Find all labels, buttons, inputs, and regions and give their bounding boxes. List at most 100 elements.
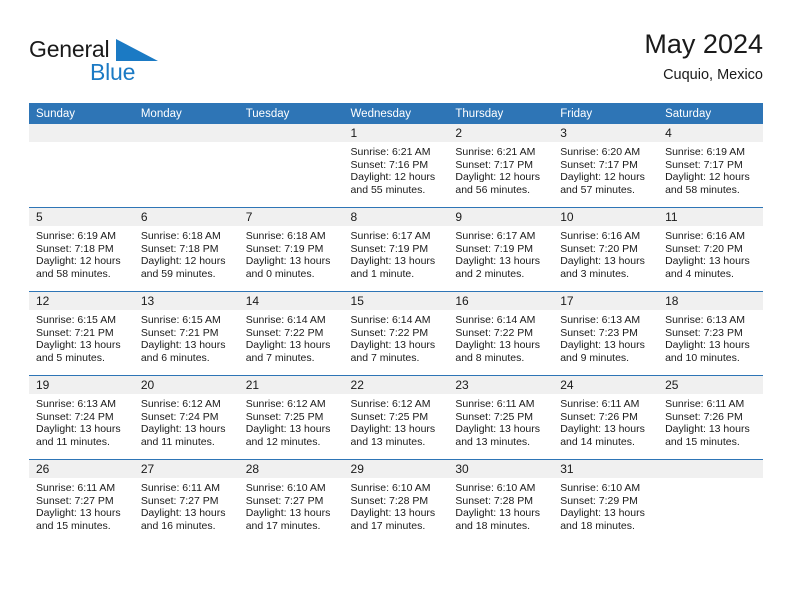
sunset-text: Sunset: 7:27 PM <box>140 494 219 507</box>
daylight-text: Daylight: 13 hours and 13 minutes. <box>350 423 436 448</box>
daylight-text: Daylight: 13 hours and 15 minutes. <box>36 507 121 532</box>
sunrise-text: Sunrise: 6:11 AM <box>665 398 745 410</box>
day-number: 23 <box>448 376 554 394</box>
day-details: Sunrise: 6:10 AM Sunset: 7:28 PM Daylight:… <box>448 478 553 532</box>
calendar-day-cell[interactable]: 2 Sunrise: 6:21 AM Sunset: 7:17 PM Daylight… <box>448 124 554 208</box>
day-details: Sunrise: 6:10 AM Sunset: 7:28 PM Daylight:… <box>344 478 449 532</box>
sunrise-text: Sunrise: 6:21 AM <box>350 146 431 158</box>
calendar-day-cell[interactable]: 18 Sunrise: 6:13 AM Sunset: 7:23 PM Dayligh… <box>658 291 763 376</box>
daylight-text: Daylight: 13 hours and 2 minutes. <box>455 255 541 280</box>
calendar-day-cell[interactable]: 3 Sunrise: 6:20 AM Sunset: 7:17 PM Daylight… <box>553 124 659 208</box>
calendar-day-cell[interactable]: 16 Sunrise: 6:14 AM Sunset: 7:22 PM Dayligh… <box>448 291 554 376</box>
sunrise-text: Sunrise: 6:11 AM <box>36 482 116 494</box>
calendar-grid: Sunday Monday Tuesday Wednesday Thursday… <box>29 103 763 543</box>
calendar-day-cell-empty <box>29 124 134 208</box>
daylight-text: Daylight: 13 hours and 17 minutes. <box>245 507 331 532</box>
calendar-day-cell[interactable]: 26 Sunrise: 6:11 AM Sunset: 7:27 PM Dayligh… <box>29 459 134 543</box>
calendar-day-cell[interactable]: 20 Sunrise: 6:12 AM Sunset: 7:24 PM Dayligh… <box>133 375 239 460</box>
calendar-day-cell[interactable]: 12 Sunrise: 6:15 AM Sunset: 7:21 PM Dayligh… <box>29 291 134 376</box>
day-details: Sunrise: 6:18 AM Sunset: 7:19 PM Daylight:… <box>239 226 344 280</box>
day-number: 26 <box>29 460 134 478</box>
general-blue-logo: General Blue <box>29 36 249 94</box>
weekday-header-row: Sunday Monday Tuesday Wednesday Thursday… <box>29 103 763 124</box>
calendar-day-cell[interactable]: 23 Sunrise: 6:11 AM Sunset: 7:25 PM Dayligh… <box>448 375 554 460</box>
calendar-day-cell[interactable]: 28 Sunrise: 6:10 AM Sunset: 7:27 PM Dayligh… <box>238 459 344 543</box>
daylight-text: Daylight: 13 hours and 7 minutes. <box>245 339 331 364</box>
day-number: 2 <box>448 124 554 142</box>
calendar-week-row: 1 Sunrise: 6:21 AM Sunset: 7:16 PM Daylight… <box>29 124 763 208</box>
day-number: 28 <box>238 460 344 478</box>
daylight-text: Daylight: 12 hours and 58 minutes. <box>665 171 750 196</box>
sunrise-text: Sunrise: 6:14 AM <box>245 314 326 326</box>
day-number: 11 <box>658 208 763 226</box>
day-details: Sunrise: 6:10 AM Sunset: 7:27 PM Daylight:… <box>239 478 344 532</box>
calendar-day-cell[interactable]: 11 Sunrise: 6:16 AM Sunset: 7:20 PM Dayligh… <box>658 207 763 292</box>
sunrise-text: Sunrise: 6:10 AM <box>245 482 326 494</box>
title-block: May 2024 Cuquio, Mexico <box>644 28 763 85</box>
daylight-text: Daylight: 13 hours and 4 minutes. <box>665 255 750 280</box>
sunset-text: Sunset: 7:29 PM <box>560 494 638 507</box>
day-number: 24 <box>553 376 659 394</box>
day-details: Sunrise: 6:10 AM Sunset: 7:29 PM Daylight:… <box>553 478 658 532</box>
day-details: Sunrise: 6:11 AM Sunset: 7:26 PM Daylight:… <box>553 394 658 448</box>
day-details: Sunrise: 6:13 AM Sunset: 7:24 PM Daylight:… <box>29 394 134 448</box>
calendar-day-cell[interactable]: 19 Sunrise: 6:13 AM Sunset: 7:24 PM Dayligh… <box>29 375 134 460</box>
day-number: 25 <box>658 376 763 394</box>
daylight-text: Daylight: 13 hours and 13 minutes. <box>455 423 541 448</box>
day-details: Sunrise: 6:19 AM Sunset: 7:18 PM Daylight:… <box>29 226 134 280</box>
sunrise-text: Sunrise: 6:10 AM <box>560 482 641 494</box>
calendar-day-cell[interactable]: 6 Sunrise: 6:18 AM Sunset: 7:18 PM Daylight… <box>133 207 239 292</box>
calendar-day-cell[interactable]: 1 Sunrise: 6:21 AM Sunset: 7:16 PM Daylight… <box>343 124 449 208</box>
calendar-day-cell[interactable]: 24 Sunrise: 6:11 AM Sunset: 7:26 PM Dayligh… <box>553 375 659 460</box>
calendar-day-cell[interactable]: 22 Sunrise: 6:12 AM Sunset: 7:25 PM Dayligh… <box>343 375 449 460</box>
calendar-body: 1 Sunrise: 6:21 AM Sunset: 7:16 PM Daylight… <box>29 124 763 543</box>
calendar-page: General Blue May 2024 Cuquio, Mexico Sun… <box>0 0 792 612</box>
calendar-day-cell[interactable]: 30 Sunrise: 6:10 AM Sunset: 7:28 PM Dayligh… <box>448 459 554 543</box>
sunset-text: Sunset: 7:22 PM <box>350 326 429 339</box>
calendar-day-cell[interactable]: 25 Sunrise: 6:11 AM Sunset: 7:26 PM Dayligh… <box>658 375 763 460</box>
daylight-text: Daylight: 12 hours and 57 minutes. <box>560 171 645 196</box>
daylight-text: Daylight: 13 hours and 15 minutes. <box>665 423 750 448</box>
sunset-text: Sunset: 7:20 PM <box>560 242 638 255</box>
sunset-text: Sunset: 7:27 PM <box>36 494 114 507</box>
day-number: 14 <box>238 292 344 310</box>
calendar-day-cell[interactable]: 29 Sunrise: 6:10 AM Sunset: 7:28 PM Dayligh… <box>343 459 449 543</box>
calendar-day-cell[interactable]: 17 Sunrise: 6:13 AM Sunset: 7:23 PM Dayligh… <box>553 291 659 376</box>
sunset-text: Sunset: 7:24 PM <box>36 410 114 423</box>
daylight-text: Daylight: 13 hours and 18 minutes. <box>560 507 645 532</box>
sunrise-text: Sunrise: 6:20 AM <box>560 146 641 158</box>
day-details: Sunrise: 6:16 AM Sunset: 7:20 PM Daylight:… <box>658 226 763 280</box>
sunset-text: Sunset: 7:26 PM <box>665 410 743 423</box>
calendar-day-cell[interactable]: 21 Sunrise: 6:12 AM Sunset: 7:25 PM Dayligh… <box>238 375 344 460</box>
sunrise-text: Sunrise: 6:11 AM <box>140 482 221 494</box>
day-number: 21 <box>238 376 344 394</box>
day-number: 27 <box>133 460 239 478</box>
calendar-day-cell[interactable]: 15 Sunrise: 6:14 AM Sunset: 7:22 PM Dayligh… <box>343 291 449 376</box>
daylight-text: Daylight: 13 hours and 6 minutes. <box>140 339 226 364</box>
calendar-day-cell[interactable]: 7 Sunrise: 6:18 AM Sunset: 7:19 PM Daylight… <box>238 207 344 292</box>
calendar-day-cell[interactable]: 5 Sunrise: 6:19 AM Sunset: 7:18 PM Daylight… <box>29 207 134 292</box>
calendar-day-cell[interactable]: 9 Sunrise: 6:17 AM Sunset: 7:19 PM Daylight… <box>448 207 554 292</box>
daylight-text: Daylight: 13 hours and 17 minutes. <box>350 507 436 532</box>
calendar-day-cell[interactable]: 14 Sunrise: 6:14 AM Sunset: 7:22 PM Dayligh… <box>238 291 344 376</box>
day-number: 30 <box>448 460 554 478</box>
day-number: 10 <box>553 208 659 226</box>
calendar-day-cell[interactable]: 13 Sunrise: 6:15 AM Sunset: 7:21 PM Dayligh… <box>133 291 239 376</box>
calendar-day-cell[interactable]: 4 Sunrise: 6:19 AM Sunset: 7:17 PM Daylight… <box>658 124 763 208</box>
day-number: 31 <box>553 460 659 478</box>
calendar-week-row: 12 Sunrise: 6:15 AM Sunset: 7:21 PM Dayligh… <box>29 291 763 376</box>
day-number: 7 <box>238 208 344 226</box>
day-number: 8 <box>343 208 449 226</box>
calendar-day-cell[interactable]: 27 Sunrise: 6:11 AM Sunset: 7:27 PM Dayligh… <box>133 459 239 543</box>
sunrise-text: Sunrise: 6:13 AM <box>560 314 641 326</box>
calendar-day-cell[interactable]: 8 Sunrise: 6:17 AM Sunset: 7:19 PM Daylight… <box>343 207 449 292</box>
day-details: Sunrise: 6:20 AM Sunset: 7:17 PM Daylight:… <box>553 142 658 196</box>
calendar-day-cell[interactable]: 31 Sunrise: 6:10 AM Sunset: 7:29 PM Dayligh… <box>553 459 659 543</box>
sunset-text: Sunset: 7:21 PM <box>36 326 114 339</box>
calendar-day-cell[interactable]: 10 Sunrise: 6:16 AM Sunset: 7:20 PM Dayligh… <box>553 207 659 292</box>
page-header: General Blue May 2024 Cuquio, Mexico <box>29 28 763 98</box>
day-details: Sunrise: 6:15 AM Sunset: 7:21 PM Daylight:… <box>134 310 239 364</box>
sunrise-text: Sunrise: 6:10 AM <box>455 482 536 494</box>
daylight-text: Daylight: 13 hours and 18 minutes. <box>455 507 541 532</box>
sunset-text: Sunset: 7:27 PM <box>245 494 324 507</box>
